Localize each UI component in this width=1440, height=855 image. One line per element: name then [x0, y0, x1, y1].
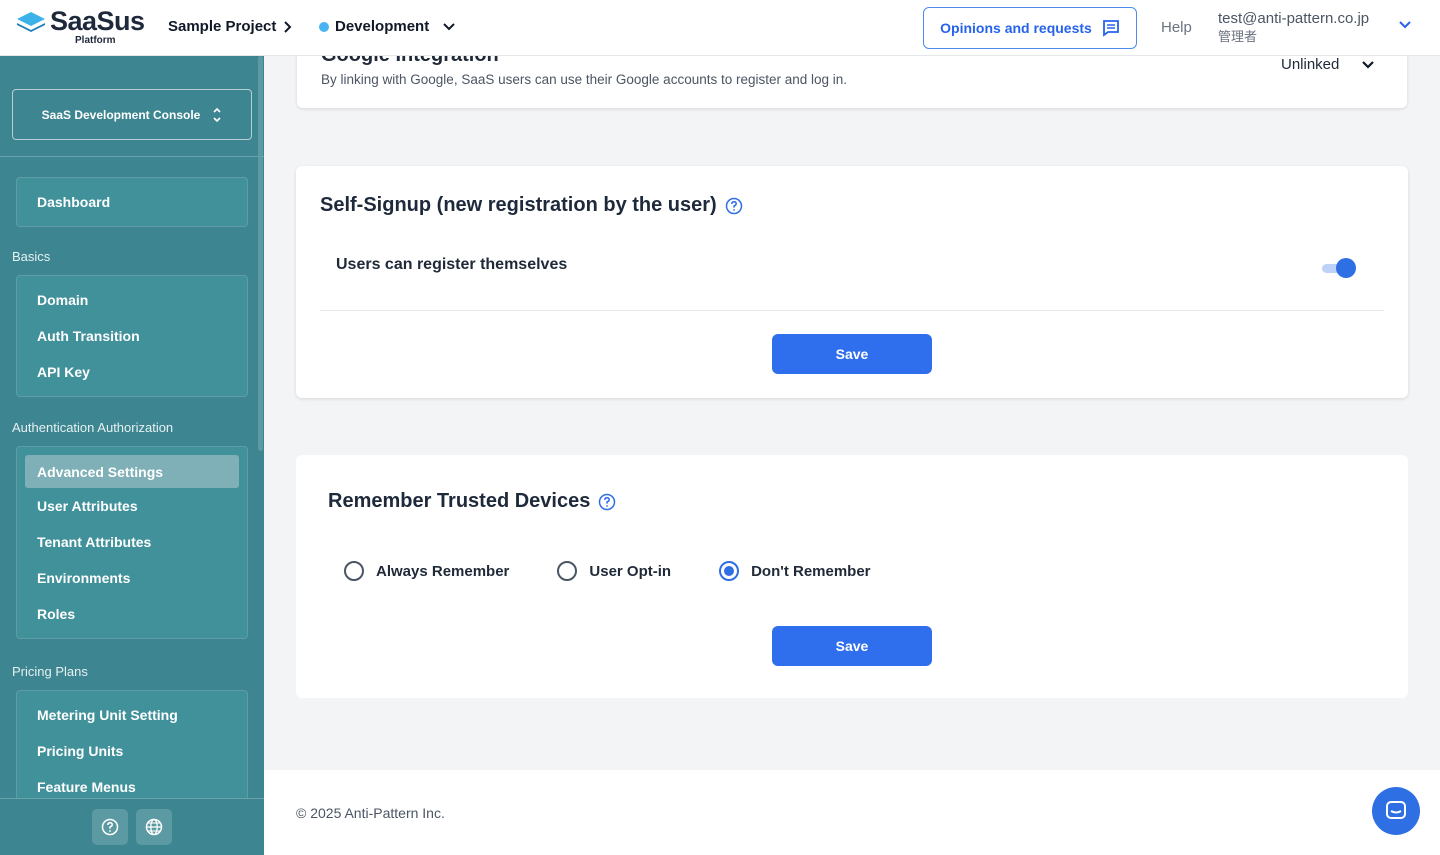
radio-circle-checked[interactable] — [719, 561, 740, 581]
globe-icon — [145, 818, 163, 836]
console-label: SaaS Development Console — [41, 107, 201, 122]
pricing-group: Metering Unit Setting Pricing Units Feat… — [16, 690, 248, 802]
sidebar-item-tenant-attributes[interactable]: Tenant Attributes — [25, 524, 239, 560]
trusted-devices-card: Remember Trusted Devices Always Remember… — [296, 455, 1408, 698]
google-integration-description: By linking with Google, SaaS users can u… — [321, 72, 848, 87]
sidebar-bottom-bar — [0, 798, 264, 855]
sidebar-item-environments[interactable]: Environments — [25, 560, 239, 596]
sidebar-divider — [0, 156, 264, 157]
section-label-basics: Basics — [12, 249, 51, 264]
basics-group: Domain Auth Transition API Key — [16, 275, 248, 397]
sidebar-item-metering-unit-setting[interactable]: Metering Unit Setting — [25, 697, 239, 733]
logo-sub: Platform — [75, 35, 116, 46]
project-name: Sample Project — [168, 18, 277, 35]
logo-mark-icon — [17, 12, 45, 32]
radio-circle[interactable] — [344, 561, 364, 581]
self-signup-title-row: Self-Signup (new registration by the use… — [320, 194, 743, 217]
radio-circle[interactable] — [557, 561, 578, 581]
user-email: test@anti-pattern.co.jp — [1218, 10, 1370, 27]
sidebar-item-auth-transition[interactable]: Auth Transition — [25, 318, 239, 354]
user-menu[interactable]: test@anti-pattern.co.jp 管理者 — [1218, 9, 1369, 45]
sidebar-item-dashboard[interactable]: Dashboard — [25, 184, 239, 220]
google-integration-status: Unlinked — [1281, 56, 1340, 73]
sidebar: SaaS Development Console Dashboard Basic… — [0, 56, 264, 855]
radio-label: User Opt-in — [589, 562, 672, 580]
chevron-down-icon — [1362, 60, 1375, 69]
help-link[interactable]: Help — [1161, 19, 1192, 36]
saasus-logo[interactable]: SaaSus Platform — [16, 8, 145, 46]
help-circle-icon[interactable] — [725, 197, 743, 215]
logo-name: SaaSus — [50, 6, 145, 36]
sidebar-scrollbar[interactable] — [258, 56, 263, 451]
section-label-auth: Authentication Authorization — [12, 420, 174, 435]
console-selector[interactable]: SaaS Development Console — [12, 89, 252, 140]
radio-user-opt-in[interactable]: User Opt-in — [557, 561, 671, 581]
sidebar-item-user-attributes[interactable]: User Attributes — [25, 488, 239, 524]
trusted-devices-title-row: Remember Trusted Devices — [328, 490, 616, 513]
footer: © 2025 Anti-Pattern Inc. — [264, 770, 1440, 855]
chat-support-button[interactable] — [1372, 787, 1420, 835]
radio-dont-remember[interactable]: Don't Remember — [719, 561, 871, 581]
auth-group: Advanced Settings User Attributes Tenant… — [16, 446, 248, 639]
top-header: SaaSus Platform Sample Project Developme… — [0, 0, 1440, 56]
self-signup-toggle[interactable] — [1322, 258, 1356, 278]
dashboard-group: Dashboard — [16, 177, 248, 227]
environment-status-dot — [319, 21, 329, 32]
project-selector[interactable]: Sample Project — [168, 18, 292, 35]
up-down-chevron-icon — [213, 107, 221, 122]
self-signup-card: Self-Signup (new registration by the use… — [296, 166, 1408, 398]
radio-label: Don't Remember — [751, 562, 871, 580]
opinions-button[interactable]: Opinions and requests — [923, 7, 1137, 49]
google-integration-status-toggle[interactable]: Unlinked — [1281, 56, 1375, 73]
trusted-devices-save-button[interactable]: Save — [772, 626, 932, 666]
environment-selector[interactable]: Development — [319, 18, 455, 35]
sidebar-item-pricing-units[interactable]: Pricing Units — [25, 733, 239, 769]
sidebar-item-domain[interactable]: Domain — [25, 282, 239, 318]
help-circle-icon[interactable] — [598, 493, 616, 511]
self-signup-save-button[interactable]: Save — [772, 334, 932, 374]
chevron-right-icon — [284, 20, 292, 33]
sidebar-item-api-key[interactable]: API Key — [25, 354, 239, 390]
opinions-label: Opinions and requests — [940, 20, 1092, 36]
user-role: 管理者 — [1218, 28, 1258, 44]
toggle-knob — [1336, 258, 1356, 278]
chat-icon — [1386, 801, 1406, 819]
trusted-devices-title: Remember Trusted Devices — [328, 490, 591, 512]
environment-name: Development — [335, 18, 430, 35]
language-button[interactable] — [136, 809, 172, 845]
help-button[interactable] — [92, 809, 128, 845]
footer-copyright: © 2025 Anti-Pattern Inc. — [296, 805, 445, 821]
self-signup-divider — [320, 310, 1384, 311]
radio-always-remember[interactable]: Always Remember — [344, 561, 509, 581]
feedback-icon — [1102, 20, 1119, 37]
user-menu-chevron-icon[interactable] — [1398, 20, 1412, 30]
sidebar-item-advanced-settings[interactable]: Advanced Settings — [25, 455, 239, 488]
self-signup-title: Self-Signup (new registration by the use… — [320, 194, 717, 216]
radio-label: Always Remember — [376, 562, 510, 580]
section-label-pricing: Pricing Plans — [12, 664, 88, 679]
self-signup-toggle-label: Users can register themselves — [336, 256, 568, 273]
question-circle-icon — [101, 818, 119, 836]
trusted-devices-radio-group: Always Remember User Opt-in Don't Rememb… — [344, 561, 919, 581]
sidebar-item-roles[interactable]: Roles — [25, 596, 239, 632]
chevron-down-icon — [443, 22, 455, 30]
